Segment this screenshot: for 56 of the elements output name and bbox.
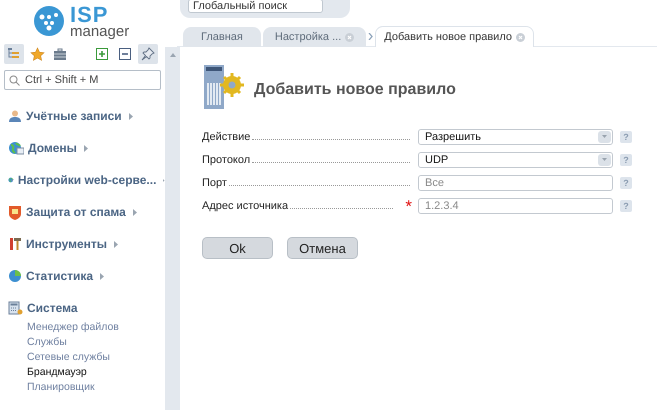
logo-brand: ISP (70, 4, 110, 26)
scroll-up-icon[interactable] (170, 53, 176, 57)
menu-item[interactable]: Система (8, 300, 165, 316)
submenu-item[interactable]: Службы (27, 335, 165, 350)
expand-arrow-icon[interactable] (114, 240, 118, 248)
expand-arrow-icon[interactable] (132, 208, 137, 216)
field-label: Протокол (202, 154, 250, 166)
submenu-item[interactable]: Брандмауэр (27, 365, 165, 380)
field-label: Порт (202, 176, 227, 188)
calculator-icon (8, 301, 23, 315)
menu-item[interactable]: Настройки web-серве... (8, 172, 165, 188)
field-label: Адрес источника (202, 200, 288, 212)
star-icon[interactable] (30, 46, 44, 62)
chevron-icon (368, 33, 374, 40)
global-search-field[interactable]: Глобальный поиск (188, 0, 323, 13)
field-label: Действие (202, 130, 250, 142)
select-field[interactable]: UDP (418, 152, 613, 168)
menu-item[interactable]: Защита от спама (8, 204, 165, 220)
menu-item[interactable]: Инструменты (8, 236, 165, 252)
tab[interactable]: Добавить новое правило (375, 26, 534, 47)
logo-icon (34, 6, 64, 36)
expand-all-icon[interactable] (96, 48, 108, 60)
close-icon[interactable] (345, 32, 354, 42)
submenu-item[interactable]: Сетевые службы (27, 350, 165, 365)
tab[interactable]: Главная (183, 27, 261, 47)
collapse-all-icon[interactable] (119, 48, 131, 60)
required-mark: * (405, 202, 412, 212)
expand-arrow-icon[interactable] (84, 144, 88, 152)
caret-icon (602, 158, 607, 161)
tools-icon (8, 237, 22, 251)
text-field[interactable]: Все (418, 174, 613, 190)
search-icon (9, 74, 20, 86)
tree-view-icon[interactable] (7, 47, 21, 61)
text-field[interactable]: 1.2.3.4 (418, 198, 613, 214)
caret-icon (602, 135, 607, 138)
pin-icon[interactable] (141, 47, 155, 61)
globe-icon (8, 141, 24, 155)
menu-item[interactable]: Статистика (8, 268, 165, 284)
close-icon[interactable] (516, 32, 525, 42)
tab[interactable]: Настройка ... (262, 27, 366, 47)
submenu-item[interactable]: Менеджер файлов (27, 320, 165, 335)
pie-chart-icon (8, 269, 22, 283)
menu-search-field[interactable]: Ctrl + Shift + M (4, 70, 161, 90)
form-button[interactable]: Отмена (287, 237, 358, 259)
select-field[interactable]: Разрешить (418, 128, 613, 144)
user-icon (8, 109, 22, 123)
menu-item[interactable]: Домены (8, 140, 165, 156)
shield-icon (8, 204, 22, 220)
form-button[interactable]: Ok (202, 237, 273, 259)
menu-item[interactable]: Учётные записи (8, 108, 165, 124)
page-title: Добавить новое правило (254, 81, 456, 99)
submenu-item[interactable]: Планировщик (27, 380, 165, 395)
expand-arrow-icon[interactable] (128, 112, 133, 120)
briefcase-icon[interactable] (53, 48, 67, 60)
expand-arrow-icon[interactable] (100, 272, 104, 280)
logo-subtitle: manager (70, 24, 130, 38)
